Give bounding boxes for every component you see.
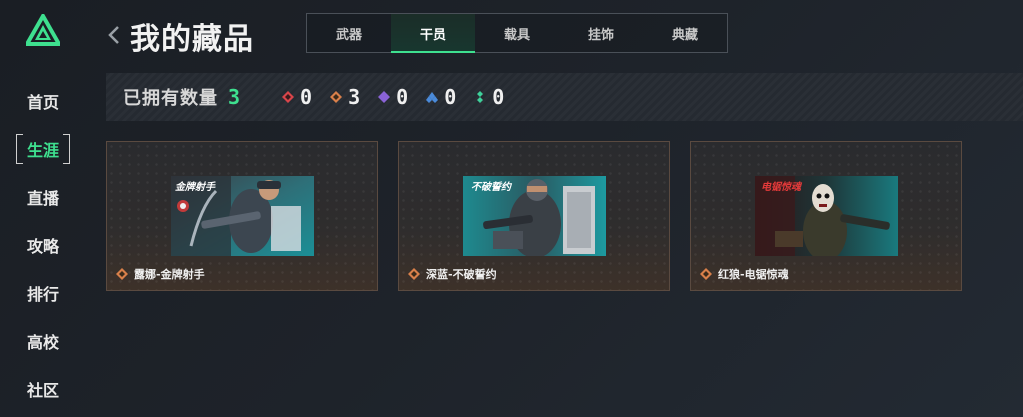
rarity-count-value: 3 [348,85,361,109]
tab-weapons[interactable]: 武器 [307,14,391,52]
tab-charms[interactable]: 挂饰 [559,14,643,52]
operator-card-label: 深蓝-不破誓约 [408,266,497,282]
operator-card[interactable]: 不破誓约 深蓝-不破誓约 [398,141,670,291]
blue-diamond-icon [426,92,439,103]
sidebar-item-university[interactable]: 高校 [16,326,70,356]
sidebar-item-ranking[interactable]: 排行 [16,278,70,308]
orange-diamond-icon [116,268,128,280]
operator-skin-image: 不破誓约 [463,176,606,256]
operator-skin-name: 红狼-电锯惊魂 [718,268,789,281]
operator-skin-name: 露娜-金牌射手 [134,268,205,281]
owned-count-total: 3 [228,85,241,109]
rarity-count-blue: 0 [426,85,456,109]
operator-card[interactable]: 金牌射手 露娜-金牌射手 [106,141,378,291]
rarity-count-value: 0 [300,85,313,109]
purple-diamond-icon [378,91,391,103]
app-logo-icon[interactable] [26,14,60,46]
operator-card-label: 红狼-电锯惊魂 [700,266,789,282]
operator-card[interactable]: 电锯惊魂 红狼-电锯惊魂 [690,141,962,291]
chevron-left-icon[interactable] [106,24,122,46]
operator-card-label: 露娜-金牌射手 [116,266,205,282]
tab-collection[interactable]: 典藏 [643,14,727,52]
red-diamond-icon [282,91,295,103]
owned-count-bar: 已拥有数量 3 0 3 0 0 0 [106,73,1023,121]
rarity-count-orange: 3 [330,85,360,109]
operator-skin-image: 金牌射手 [171,176,314,256]
operator-skin-image: 电锯惊魂 [755,176,898,256]
page-title: 我的藏品 [130,22,254,57]
rarity-count-value: 0 [492,85,505,109]
rarity-count-purple: 0 [378,85,408,109]
rarity-count-red: 0 [282,85,312,109]
image-title-text: 不破誓约 [471,182,511,193]
green-diamond-icon [477,91,484,103]
category-tabs: 武器 干员 载具 挂饰 典藏 [306,13,728,53]
image-title-text: 金牌射手 [175,182,215,193]
rarity-count-value: 0 [444,85,457,109]
rarity-count-green: 0 [474,85,504,109]
sidebar-item-guides[interactable]: 攻略 [16,230,70,260]
rarity-count-value: 0 [396,85,409,109]
tab-operators[interactable]: 干员 [391,14,475,53]
sidebar: 首页 生涯 直播 攻略 排行 高校 社区 [0,0,86,417]
sidebar-item-career[interactable]: 生涯 [16,134,70,164]
orange-diamond-icon [700,268,712,280]
sidebar-item-community[interactable]: 社区 [16,374,70,404]
orange-diamond-icon [330,91,343,103]
tab-vehicles[interactable]: 载具 [475,14,559,52]
orange-diamond-icon [408,268,420,280]
image-title-text: 电锯惊魂 [761,182,801,193]
sidebar-item-live[interactable]: 直播 [16,182,70,212]
sidebar-item-home[interactable]: 首页 [16,86,70,116]
operator-skin-name: 深蓝-不破誓约 [426,268,497,281]
owned-count-label: 已拥有数量 [123,88,218,109]
